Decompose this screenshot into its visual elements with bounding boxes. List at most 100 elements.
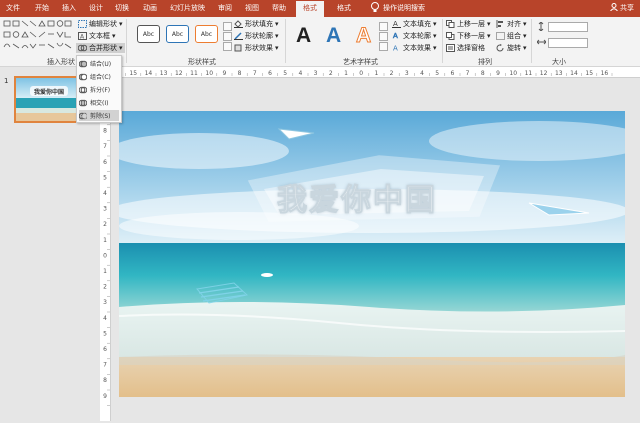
height-input[interactable] [548,22,588,32]
chevron-down-icon: ▾ [112,32,116,40]
text-box-label: 文本框 [89,32,110,40]
ruler-label: 6 [450,70,454,77]
ruler-label: 5 [435,70,439,77]
tab-slideshow[interactable]: 幻灯片放映 [170,3,205,13]
group-button[interactable]: 组合 ▾ [496,31,527,41]
tab-animations[interactable]: 动画 [143,3,157,13]
edit-shape-button[interactable]: 编辑形状 ▾ [78,19,123,29]
ruler-label: 3 [405,70,409,77]
ruler-label: 0 [359,70,363,77]
wordart-preset-orange[interactable]: A [355,24,371,48]
text-effects-label: 文本效果 [403,44,431,52]
chevron-down-icon: ▾ [119,20,123,28]
gallery-more-button[interactable] [223,42,232,51]
wordart-preset-blue[interactable]: A [326,24,341,48]
shape-effects-button[interactable]: 形状效果 ▾ [234,43,279,53]
ruler-label: 7 [253,70,257,77]
send-backward-button[interactable]: 下移一层 ▾ [446,31,491,41]
wordart-gallery-more[interactable] [379,42,388,51]
shape-style-preset-3[interactable]: Abc [195,25,218,43]
wordart-gallery-down[interactable] [379,32,388,41]
group-label: 组合 [507,32,521,40]
merge-shapes-button[interactable]: 合并形状 ▾ [76,43,125,53]
tab-format-active[interactable]: 格式 [296,1,324,17]
chevron-down-icon: ▾ [119,44,123,52]
bring-forward-label: 上移一层 [457,20,485,28]
tab-transitions[interactable]: 切换 [115,3,129,13]
ruler-label: 10 [509,70,517,77]
ruler-label: 7 [103,362,107,369]
align-button[interactable]: 对齐 ▾ [496,19,527,29]
selection-pane-button[interactable]: 选择窗格 [446,43,485,53]
ruler-label: 4 [298,70,302,77]
ruler-label: 1 [103,268,107,275]
send-backward-icon [446,32,455,40]
tab-help[interactable]: 帮助 [272,3,286,13]
send-backward-label: 下移一层 [457,32,485,40]
shape-fill-button[interactable]: 形状填充 ▾ [234,19,279,29]
wordart-preset-black[interactable]: A [296,24,311,48]
chevron-down-icon: ▾ [275,44,279,52]
tab-view[interactable]: 视图 [245,3,259,13]
thumbnail-title: 我爱你中国 [34,89,65,96]
group-label-size: 大小 [552,58,566,66]
tab-review[interactable]: 审阅 [218,3,232,13]
text-box-button[interactable]: A 文本框 ▾ [78,31,116,41]
wordart-gallery-up[interactable] [379,22,388,31]
share-button[interactable]: 共享 [610,3,634,13]
shapes-gallery[interactable] [3,20,73,56]
text-outline-button[interactable]: A 文本轮廓 ▾ [392,31,437,41]
menu-item-subtract[interactable]: 剪除(S) [78,110,119,121]
chevron-down-icon: ▾ [523,20,527,28]
ruler-label: 6 [268,70,272,77]
edit-shape-icon [78,20,87,28]
shape-effects-icon [234,44,243,52]
menu-item-label: 相交(I) [90,100,109,107]
ruler-label: 8 [238,70,242,77]
menu-item-intersect[interactable]: 相交(I) [78,97,119,108]
ruler-label: 7 [466,70,470,77]
ruler-label: 15 [129,70,137,77]
ruler-label: 12 [540,70,548,77]
intersect-icon [78,99,88,107]
rotate-button[interactable]: 旋转 ▾ [496,43,527,53]
ruler-label: 9 [222,70,226,77]
shape-style-preset-1[interactable]: Abc [137,25,160,43]
text-fill-label: 文本填充 [403,20,431,28]
text-effects-button[interactable]: A 文本效果 ▾ [392,43,437,53]
menu-item-union[interactable]: 结合(U) [78,58,119,69]
width-input[interactable] [548,38,588,48]
group-label-insert-shapes: 插入形状 [47,58,75,66]
ruler-label: 0 [103,252,107,259]
chevron-down-icon: ▾ [275,20,279,28]
slide-title[interactable]: 我爱你中国 [277,175,437,219]
search-box[interactable]: 操作说明搜索 [383,3,425,13]
slide-canvas[interactable]: 我爱你中国 [119,111,625,397]
ruler-label: 4 [103,315,107,322]
tab-insert[interactable]: 插入 [62,3,76,13]
chevron-down-icon: ▾ [275,32,279,40]
menu-item-fragment[interactable]: 拆分(F) [78,84,119,95]
menu-item-combine[interactable]: 组合(C) [78,71,119,82]
divider [285,19,286,63]
tab-format[interactable]: 格式 [337,3,351,13]
gallery-down-button[interactable] [223,32,232,41]
slide-number: 1 [4,77,9,85]
slide-thumbnail[interactable]: 我爱你中国 [14,76,84,123]
shape-outline-label: 形状轮廓 [245,32,273,40]
merge-shapes-dropdown: 结合(U) 组合(C) 拆分(F) 相交(I) 剪除(S) [76,55,122,123]
group-icon [496,32,505,40]
text-fill-button[interactable]: A 文本填充 ▾ [392,19,437,29]
text-outline-label: 文本轮廓 [403,32,431,40]
ruler-label: 14 [145,70,153,77]
divider [442,19,443,63]
shape-outline-button[interactable]: 形状轮廓 ▾ [234,31,279,41]
shape-style-preset-2[interactable]: Abc [166,25,189,43]
divider [126,19,127,63]
bring-forward-button[interactable]: 上移一层 ▾ [446,19,491,29]
tab-file[interactable]: 文件 [6,3,20,13]
tab-home[interactable]: 开始 [35,3,49,13]
gallery-up-button[interactable] [223,22,232,31]
tab-design[interactable]: 设计 [89,3,103,13]
horizontal-ruler: 1615141312111098765432101234567891011121… [100,67,640,78]
